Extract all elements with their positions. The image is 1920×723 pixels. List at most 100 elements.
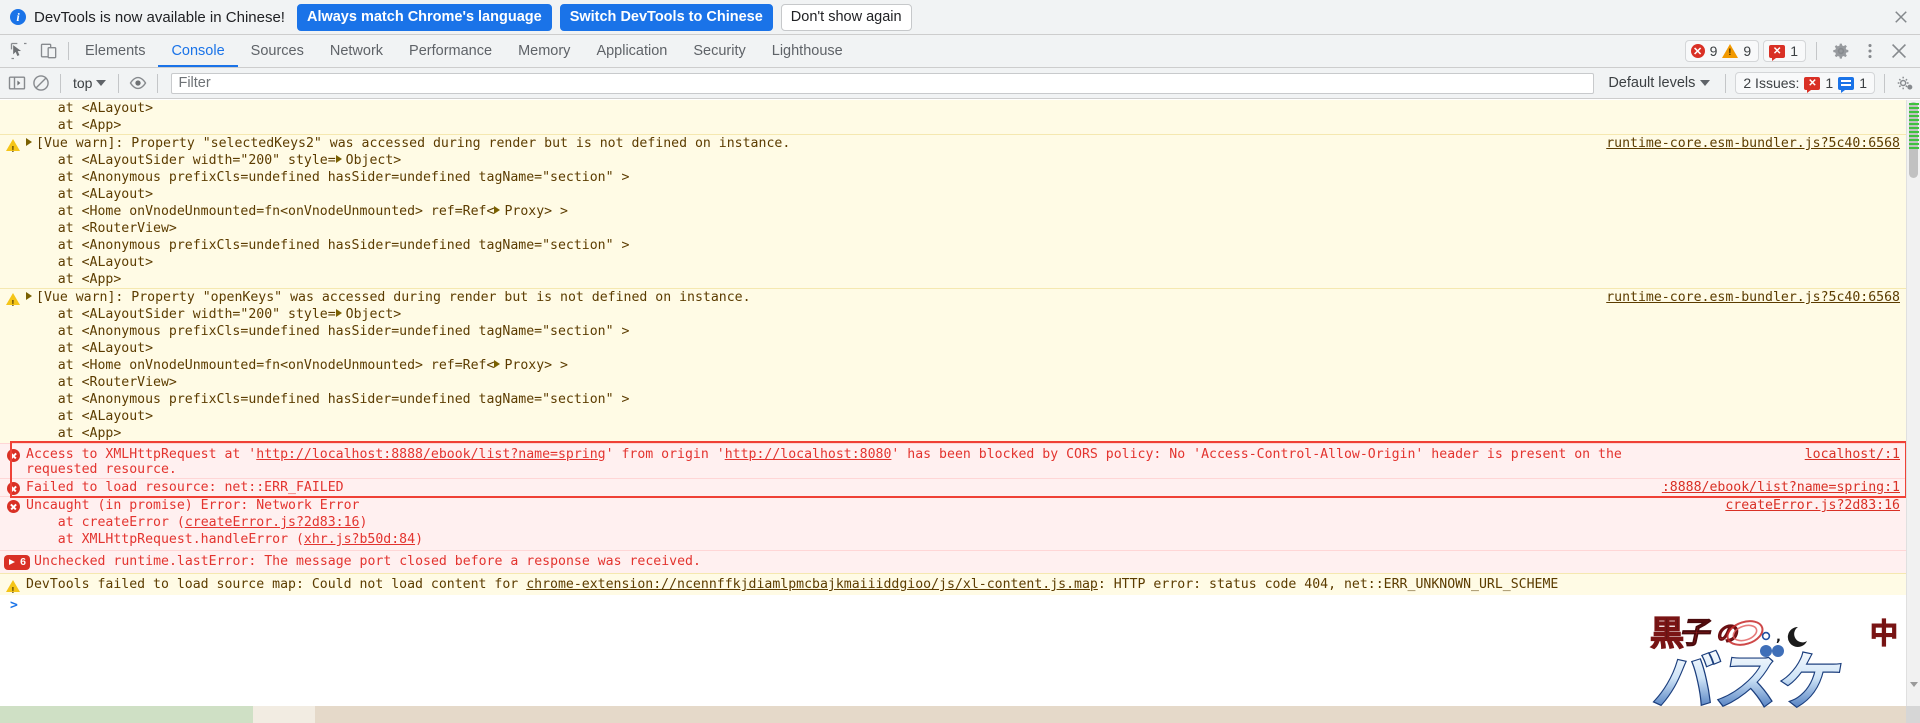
issues-label: 2 Issues: xyxy=(1743,75,1800,91)
warning-triangle-icon xyxy=(6,580,20,598)
expand-disclosure-icon[interactable] xyxy=(26,138,32,146)
error-circle-icon xyxy=(6,482,20,495)
gutter xyxy=(0,118,26,119)
device-toolbar-icon[interactable] xyxy=(39,41,59,61)
error-circle-icon xyxy=(6,449,20,462)
stack-pre: at <ALayoutSider width="200" style= xyxy=(26,307,336,322)
console-cors-error[interactable]: Access to XMLHttpRequest at 'http://loca… xyxy=(0,443,1920,478)
stack-post: > > xyxy=(544,358,568,373)
tab-memory[interactable]: Memory xyxy=(505,35,583,67)
stack-text: at <App> xyxy=(26,118,122,133)
expand-disclosure-icon[interactable] xyxy=(26,292,32,300)
grouped-messages-badge[interactable]: 6 xyxy=(4,555,30,570)
gutter xyxy=(0,307,26,308)
expand-object-icon[interactable] xyxy=(335,309,342,317)
console-settings-gear-icon[interactable] xyxy=(1894,73,1914,93)
live-expression-eye-icon[interactable] xyxy=(128,73,148,93)
tab-network[interactable]: Network xyxy=(317,35,396,67)
object-tag[interactable]: Proxy xyxy=(504,358,544,373)
stack-text: at <ALayout> xyxy=(26,187,154,202)
console-stack-line: at <ALayout> xyxy=(0,340,1920,357)
stack-text: at <Anonymous prefixCls=undefined hasSid… xyxy=(26,392,630,407)
tab-security[interactable]: Security xyxy=(680,35,758,67)
issues-message-count[interactable]: ✕ 1 xyxy=(1763,40,1806,62)
gear-icon[interactable] xyxy=(1830,40,1852,62)
tab-label: Elements xyxy=(85,43,146,59)
issue-info-icon xyxy=(1838,76,1855,93)
stack-source-link[interactable]: xhr.js?b50d:84 xyxy=(304,532,415,547)
gutter xyxy=(0,290,26,311)
issues-summary-bar[interactable]: 2 Issues: ✕ 1 1 xyxy=(1735,72,1875,94)
expand-object-icon[interactable] xyxy=(335,155,342,163)
expand-object-icon[interactable] xyxy=(494,360,501,368)
close-icon[interactable] xyxy=(1892,8,1910,26)
tab-performance[interactable]: Performance xyxy=(396,35,505,67)
tab-label: Security xyxy=(693,43,746,59)
kebab-menu-icon[interactable] xyxy=(1859,40,1881,62)
console-stack-line: at <ALayout> xyxy=(0,186,1920,203)
console-stack-line: at <Anonymous prefixCls=undefined hasSid… xyxy=(0,323,1920,340)
dont-show-again-button[interactable]: Don't show again xyxy=(780,3,912,31)
strip-segment-scroll xyxy=(1906,706,1920,723)
tab-console[interactable]: Console xyxy=(158,35,238,67)
console-warning-message[interactable]: [Vue warn]: Property "openKeys" was acce… xyxy=(0,288,1920,311)
object-tag[interactable]: Proxy xyxy=(504,204,544,219)
console-scrollbar[interactable] xyxy=(1906,100,1920,723)
filter-input[interactable] xyxy=(171,72,1595,94)
console-uncaught-error[interactable]: Uncaught (in promise) Error: Network Err… xyxy=(0,496,1920,514)
clear-console-icon[interactable] xyxy=(31,73,51,93)
tab-lighthouse[interactable]: Lighthouse xyxy=(759,35,856,67)
tab-sources[interactable]: Sources xyxy=(238,35,317,67)
grouped-messages-count: 6 xyxy=(20,556,26,568)
scrollbar-down-arrow-icon[interactable] xyxy=(1910,682,1918,687)
stack-text: at <Home onVnodeUnmounted=fn<onVnodeUnmo… xyxy=(26,204,1900,219)
inspect-element-icon[interactable] xyxy=(9,41,29,61)
language-banner: i DevTools is now available in Chinese! … xyxy=(0,0,1920,35)
cors-request-url[interactable]: http://localhost:8888/ebook/list?name=sp… xyxy=(256,447,605,462)
execution-context-select[interactable]: top xyxy=(70,75,109,91)
console-sidebar-icon[interactable] xyxy=(7,73,27,93)
devtools-window: i DevTools is now available in Chinese! … xyxy=(0,0,1920,723)
filterbar-divider-3 xyxy=(157,73,159,93)
console-sourcemap-warning[interactable]: DevTools failed to load source map: Coul… xyxy=(0,573,1920,598)
gutter xyxy=(0,480,26,495)
panel-tabs: Elements Console Sources Network Perform… xyxy=(72,35,856,67)
error-circle-icon: ✕ xyxy=(1690,44,1705,58)
tab-label: Console xyxy=(171,43,225,59)
stack-text: at <ALayoutSider width="200" style= Objec… xyxy=(26,307,1900,322)
always-match-language-button[interactable]: Always match Chrome's language xyxy=(296,3,552,31)
source-link[interactable]: runtime-core.esm-bundler.js?5c40:6568 xyxy=(1606,136,1900,151)
console-failed-resource-error[interactable]: Failed to load resource: net::ERR_FAILED… xyxy=(0,478,1920,496)
switch-devtools-language-button[interactable]: Switch DevTools to Chinese xyxy=(559,3,773,31)
console-warning-message[interactable]: [Vue warn]: Property "selectedKeys2" was… xyxy=(0,134,1920,157)
source-link[interactable]: localhost/:1 xyxy=(1805,447,1900,462)
tab-elements[interactable]: Elements xyxy=(72,35,158,67)
stack-post: > > xyxy=(544,204,568,219)
console-log-area[interactable]: at <ALayout> at <App> [Vue warn]: Proper… xyxy=(0,100,1920,723)
object-tag[interactable]: Object xyxy=(346,153,394,168)
message-error-icon: ✕ xyxy=(1769,44,1786,61)
stack-post: > xyxy=(393,307,402,322)
console-runtime-error-group[interactable]: 6 Unchecked runtime.lastError: The messa… xyxy=(0,550,1920,573)
close-devtools-icon[interactable] xyxy=(1888,40,1910,62)
tab-application[interactable]: Application xyxy=(583,35,680,67)
log-levels-select[interactable]: Default levels xyxy=(1602,75,1716,91)
stack-text: at <App> xyxy=(26,426,122,441)
cors-origin-url[interactable]: http://localhost:8080 xyxy=(725,447,892,462)
stack-text: at <ALayout> xyxy=(26,255,154,270)
expand-object-icon[interactable] xyxy=(494,206,501,214)
cors-part-3: ' has been blocked by CORS policy: No 'A… xyxy=(891,447,1622,462)
tabbar-right-divider xyxy=(1816,42,1817,60)
console-prompt[interactable]: > xyxy=(0,595,1920,613)
warning-triangle-icon xyxy=(6,293,20,311)
source-link[interactable]: runtime-core.esm-bundler.js?5c40:6568 xyxy=(1606,290,1900,305)
stack-source-link[interactable]: createError.js?2d83:16 xyxy=(185,515,360,530)
sourcemap-url[interactable]: chrome-extension://ncennffkjdiamlpmcbajk… xyxy=(526,577,1098,592)
object-tag[interactable]: Object xyxy=(346,307,394,322)
error-warning-counts[interactable]: ✕ 9 9 xyxy=(1684,40,1760,62)
console-stack-line: at <App> xyxy=(0,425,1920,443)
source-link[interactable]: createError.js?2d83:16 xyxy=(1725,498,1900,513)
source-link[interactable]: :8888/ebook/list?name=spring:1 xyxy=(1662,480,1900,495)
gutter xyxy=(0,498,26,513)
tab-label: Network xyxy=(329,43,384,59)
